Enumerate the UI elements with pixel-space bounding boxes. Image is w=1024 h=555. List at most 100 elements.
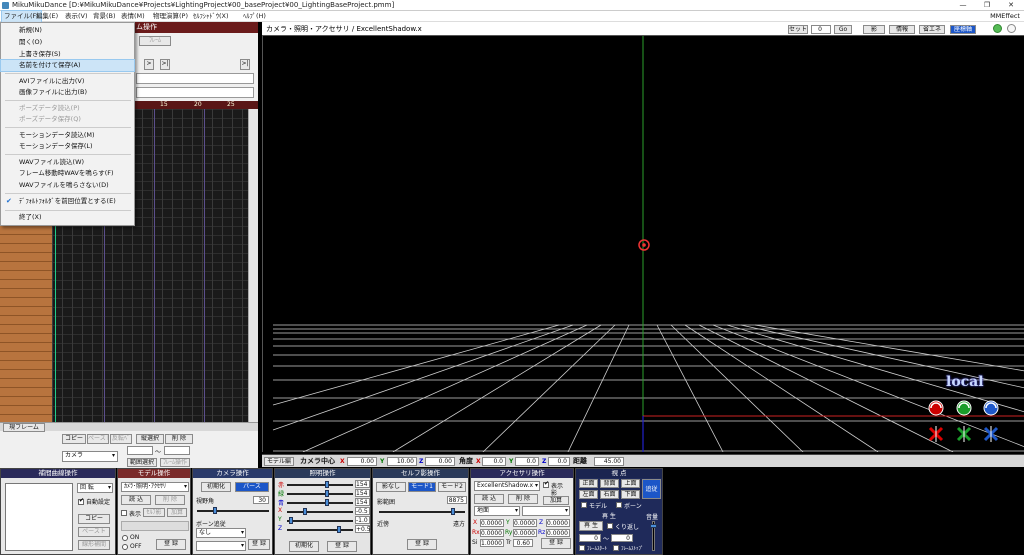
move-y-icon[interactable] xyxy=(956,426,972,442)
view-top-button[interactable]: 上面 xyxy=(621,479,640,488)
menu-physics[interactable]: 物理演算(P) xyxy=(151,11,190,22)
shadow-mode1-button[interactable]: モード1 xyxy=(408,482,436,492)
rotate-z-icon[interactable] xyxy=(983,400,999,416)
model-add-button[interactable]: 加算 xyxy=(167,508,187,517)
auto-setting-checkbox[interactable]: ✔ xyxy=(78,497,84,505)
view-front-button[interactable]: 正面 xyxy=(579,479,598,488)
acc-z-field[interactable]: 0.0000 xyxy=(546,519,570,527)
menu-expression[interactable]: 表情(M) xyxy=(119,11,147,22)
acc-rz-field[interactable]: 0.0000 xyxy=(546,529,570,537)
current-frame-button[interactable]: 現フレーム xyxy=(3,423,45,432)
rotate-y-icon[interactable] xyxy=(956,400,972,416)
view-angle-knob[interactable] xyxy=(213,507,217,514)
range-from-field[interactable] xyxy=(127,446,153,455)
close-button[interactable]: ✕ xyxy=(1000,0,1022,11)
light-red-slider[interactable] xyxy=(287,484,353,486)
view-follow-button[interactable]: 追従 xyxy=(642,479,661,499)
bone-follow-select[interactable]: なし ▾ xyxy=(196,528,246,538)
copy-button[interactable]: コピー xyxy=(62,434,86,444)
move-z-icon[interactable] xyxy=(983,426,999,442)
volume-knob[interactable] xyxy=(650,524,657,528)
light-x-field[interactable]: -0.5 xyxy=(355,507,370,515)
menu-item-save[interactable]: 上書き保存(S) xyxy=(1,49,134,60)
hand-icon[interactable] xyxy=(1007,24,1016,33)
light-y-knob[interactable] xyxy=(289,517,293,524)
frame-name-field[interactable] xyxy=(136,73,254,84)
menu-help[interactable]: ﾍﾙﾌﾟ(H) xyxy=(241,11,268,22)
light-red-knob[interactable] xyxy=(325,481,329,488)
camera-x-field[interactable]: 0.00 xyxy=(347,457,377,466)
3d-viewport[interactable] xyxy=(262,22,1024,452)
angle-y-field[interactable]: 0.0 xyxy=(515,457,539,466)
shadow-mode2-button[interactable]: モード2 xyxy=(438,482,466,492)
info-toggle[interactable]: 情報 xyxy=(889,25,915,34)
move-x-icon[interactable] xyxy=(928,426,944,442)
camera-z-field[interactable]: 0.00 xyxy=(425,457,455,466)
range-select2-button[interactable]: 範囲選択 xyxy=(127,458,157,467)
frame-stop-checkbox[interactable] xyxy=(613,545,619,551)
light-y-slider[interactable] xyxy=(287,520,353,522)
menu-item-exit[interactable]: 終了(X) xyxy=(1,212,134,223)
interp-paste-button[interactable]: ペースト xyxy=(78,527,110,537)
light-blue-field[interactable]: 154 xyxy=(355,498,370,506)
model-display-checkbox[interactable] xyxy=(121,510,127,516)
accessory-bone-select[interactable]: ▾ xyxy=(522,506,570,516)
menu-selfshadow[interactable]: ｾﾙﾌｼｬﾄﾞｳ(X) xyxy=(191,11,231,22)
next-frame-button[interactable]: > xyxy=(144,59,154,70)
ik-off-radio[interactable] xyxy=(122,544,128,550)
view-right-button[interactable]: 右面 xyxy=(600,490,619,499)
model-register-button[interactable]: 登 録 xyxy=(156,539,186,550)
acc-rx-field[interactable]: 0.0000 xyxy=(480,529,504,537)
camera-init-button[interactable]: 初期化 xyxy=(201,482,231,492)
zoom-icon[interactable] xyxy=(993,24,1002,33)
light-green-slider[interactable] xyxy=(287,493,353,495)
camera-perspective-button[interactable]: パース xyxy=(235,482,269,492)
model-select[interactable]: ｶﾒﾗ･照明･ｱｸｾｻﾘ ▾ xyxy=(121,482,189,492)
interp-linear-button[interactable]: 線形補間 xyxy=(78,540,110,550)
accessory-register-button[interactable]: 登 録 xyxy=(541,538,571,549)
view-angle-slider[interactable] xyxy=(197,510,269,512)
axis-toggle[interactable]: 座標軸 xyxy=(950,25,976,34)
frame-info-field[interactable] xyxy=(136,87,254,98)
acc-tr-field[interactable]: 0.60 xyxy=(513,539,533,547)
range-to-field[interactable] xyxy=(164,446,190,455)
interp-axis-select[interactable]: 回 転 ▾ xyxy=(77,483,113,493)
acc-y-field[interactable]: 0.0000 xyxy=(513,519,537,527)
model-delete-button[interactable]: 削 除 xyxy=(155,495,185,505)
menu-item-save-motion[interactable]: モーションデータ保存(L) xyxy=(1,141,134,152)
menu-item-wav-on-move[interactable]: フレーム移動時WAVを鳴らす(F) xyxy=(1,168,134,179)
shadow-range-field[interactable]: 8875 xyxy=(447,496,467,504)
menu-item-open[interactable]: 開く(O) xyxy=(1,37,134,48)
interp-copy-button[interactable]: コピー xyxy=(78,514,110,524)
menu-item-export-image[interactable]: 画像ファイルに出力(B) xyxy=(1,87,134,98)
angle-z-field[interactable]: 0.0 xyxy=(548,457,570,466)
paste-button[interactable]: ペースト xyxy=(87,434,109,444)
ik-on-radio[interactable] xyxy=(122,535,128,541)
menu-item-save-as[interactable]: 名前を付けて保存(A) xyxy=(0,59,135,72)
acc-si-field[interactable]: 1.0000 xyxy=(480,539,504,547)
light-z-slider[interactable] xyxy=(287,529,353,531)
bone-follow-bone-select[interactable]: ▾ xyxy=(196,541,246,551)
frame-op-button[interactable]: ﾌﾚｰﾑ操作 xyxy=(160,458,190,467)
shadow-range-knob[interactable] xyxy=(451,508,455,515)
light-blue-knob[interactable] xyxy=(325,499,329,506)
light-z-field[interactable]: +0.5 xyxy=(355,525,371,533)
model-load-button[interactable]: 読 込 xyxy=(121,495,151,505)
shadow-none-button[interactable]: 影なし xyxy=(376,482,406,492)
light-green-knob[interactable] xyxy=(325,490,329,497)
accessory-load-button[interactable]: 読 込 xyxy=(474,494,504,504)
light-x-knob[interactable] xyxy=(303,508,307,515)
menu-item-load-pose[interactable]: ポーズデータ読込(P) xyxy=(1,103,134,114)
repeat-checkbox[interactable] xyxy=(607,523,613,529)
light-blue-slider[interactable] xyxy=(287,502,353,504)
set-frame-field[interactable]: 0 xyxy=(811,25,831,34)
view-left-button[interactable]: 左面 xyxy=(579,490,598,499)
maximize-button[interactable]: ❐ xyxy=(976,0,998,11)
interp-curve-editor[interactable] xyxy=(5,483,73,551)
distance-field[interactable]: 45.00 xyxy=(594,457,624,466)
menu-item-new[interactable]: 新規(N) xyxy=(1,25,134,36)
view-model-checkbox[interactable] xyxy=(581,502,587,508)
accessory-delete-button[interactable]: 削 除 xyxy=(508,494,538,504)
menu-item-save-pose[interactable]: ポーズデータ保存(Q) xyxy=(1,114,134,125)
light-red-field[interactable]: 154 xyxy=(355,480,370,488)
